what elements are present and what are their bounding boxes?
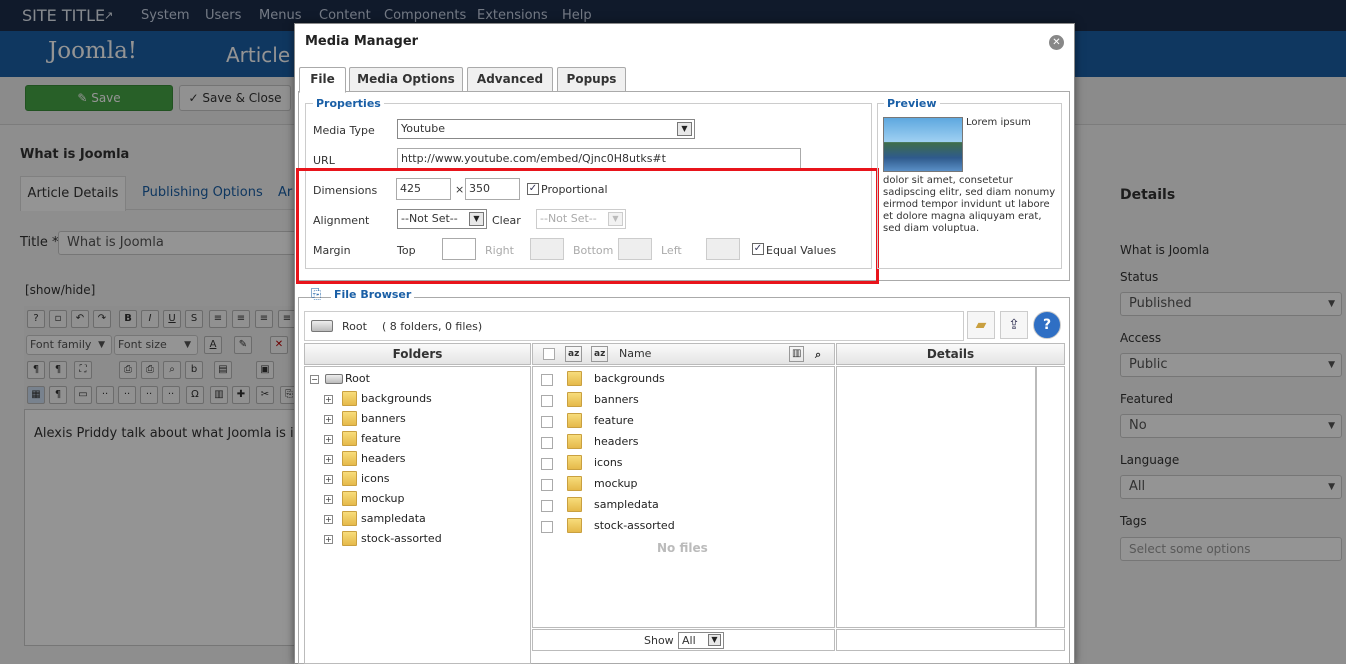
preview-text-body: dolor sit amet, consetetur sadipscing el…	[883, 175, 1056, 234]
expand-icon[interactable]: +	[324, 395, 333, 404]
folder-icon	[567, 497, 582, 512]
tree-folder-item[interactable]: headers	[361, 451, 405, 467]
tab-popups[interactable]: Popups	[557, 67, 626, 92]
root-drive-icon	[325, 374, 343, 384]
row-checkbox[interactable]	[541, 458, 553, 470]
path-root[interactable]: Root	[342, 320, 367, 333]
tab-media-options[interactable]: Media Options	[349, 67, 463, 92]
preview-legend: Preview	[884, 97, 940, 110]
row-checkbox[interactable]	[541, 395, 553, 407]
file-list-item[interactable]: feature	[594, 413, 634, 429]
folder-icon	[567, 371, 582, 386]
row-checkbox[interactable]	[541, 416, 553, 428]
expand-icon[interactable]: +	[324, 495, 333, 504]
folder-icon	[567, 392, 582, 407]
folder-icon	[342, 471, 357, 486]
folder-icon	[567, 434, 582, 449]
name-column-header[interactable]: Name	[619, 344, 651, 364]
no-files-message: No files	[657, 541, 708, 555]
row-checkbox[interactable]	[541, 479, 553, 491]
details-pane	[836, 366, 1036, 628]
row-checkbox[interactable]	[541, 437, 553, 449]
search-icon[interactable]: ⌕	[815, 345, 821, 365]
path-summary: ( 8 folders, 0 files)	[382, 320, 483, 333]
details-scrollbar[interactable]	[1036, 366, 1065, 628]
folders-header: Folders	[304, 343, 531, 365]
folder-icon	[567, 413, 582, 428]
file-list-item[interactable]: banners	[594, 392, 639, 408]
folder-icon	[342, 431, 357, 446]
show-select[interactable]: All ▼	[678, 632, 724, 649]
file-list-item[interactable]: sampledata	[594, 497, 659, 513]
row-checkbox[interactable]	[541, 374, 553, 386]
file-browser-icon: ⎘	[311, 287, 322, 302]
expand-icon[interactable]: +	[324, 535, 333, 544]
media-type-label: Media Type	[313, 124, 375, 137]
properties-legend: Properties	[313, 97, 384, 110]
folder-icon	[567, 476, 582, 491]
files-header: az az Name ▥ ⌕	[532, 343, 835, 365]
folder-icon	[342, 491, 357, 506]
highlight-box	[296, 168, 879, 284]
preview-text-lead: Lorem ipsum	[966, 117, 1031, 128]
sort-ext-icon[interactable]: az	[565, 346, 583, 362]
file-list-item[interactable]: icons	[594, 455, 623, 471]
tree-folder-item[interactable]: sampledata	[361, 511, 426, 527]
row-checkbox[interactable]	[541, 521, 553, 533]
help-icon[interactable]: ?	[1033, 311, 1061, 339]
chevron-down-icon: ▼	[677, 122, 692, 136]
tree-folder-item[interactable]: backgrounds	[361, 391, 432, 407]
tab-file[interactable]: File	[299, 67, 346, 93]
file-list-item[interactable]: headers	[594, 434, 638, 450]
folder-icon	[342, 451, 357, 466]
file-browser-legend: File Browser	[331, 288, 415, 301]
folder-icon	[342, 511, 357, 526]
tree-folder-item[interactable]: mockup	[361, 491, 404, 507]
tree-folder-item[interactable]: stock-assorted	[361, 531, 442, 547]
folder-icon	[567, 455, 582, 470]
expand-icon[interactable]: +	[324, 515, 333, 524]
collapse-icon[interactable]: −	[310, 375, 319, 384]
tab-advanced[interactable]: Advanced	[467, 67, 553, 92]
tree-folder-item[interactable]: banners	[361, 411, 406, 427]
tree-folder-item[interactable]: icons	[361, 471, 390, 487]
show-label: Show	[644, 634, 674, 647]
preview-image	[883, 117, 963, 172]
url-input[interactable]: http://www.youtube.com/embed/Qjnc0H8utks…	[397, 148, 801, 169]
dialog-title: Media Manager	[305, 34, 419, 49]
details-column-header: Details	[836, 343, 1065, 365]
folder-icon	[342, 391, 357, 406]
drive-icon	[311, 320, 333, 332]
url-label: URL	[313, 154, 335, 167]
expand-icon[interactable]: +	[324, 435, 333, 444]
file-list-item[interactable]: mockup	[594, 476, 637, 492]
tree-root[interactable]: Root	[345, 371, 370, 387]
expand-icon[interactable]: +	[324, 475, 333, 484]
select-all-checkbox[interactable]	[543, 348, 555, 360]
tree-folder-item[interactable]: feature	[361, 431, 401, 447]
upload-icon[interactable]: ⇪	[1000, 311, 1028, 339]
details-footer	[836, 629, 1065, 651]
chevron-down-icon: ▼	[708, 634, 721, 646]
file-list-item[interactable]: backgrounds	[594, 371, 665, 387]
expand-icon[interactable]: +	[324, 455, 333, 464]
close-icon[interactable]: ✕	[1049, 35, 1064, 50]
row-checkbox[interactable]	[541, 500, 553, 512]
expand-icon[interactable]: +	[324, 415, 333, 424]
media-type-select[interactable]: Youtube ▼	[397, 119, 695, 139]
folder-icon	[342, 531, 357, 546]
view-list-icon[interactable]: ▥	[789, 346, 805, 362]
file-list-item[interactable]: stock-assorted	[594, 518, 675, 534]
folder-icon	[342, 411, 357, 426]
folder-icon	[567, 518, 582, 533]
new-folder-icon[interactable]: ▰	[967, 311, 995, 339]
sort-name-icon[interactable]: az	[591, 346, 609, 362]
